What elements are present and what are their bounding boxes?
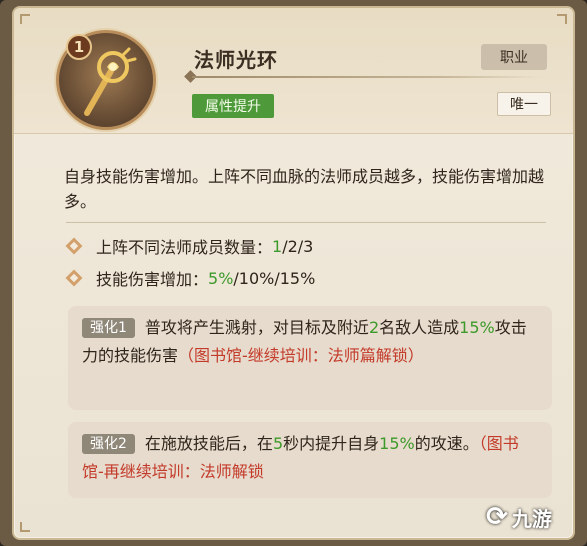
enhancement-number: 15%	[459, 318, 495, 337]
skill-description: 自身技能伤害增加。上阵不同血脉的法师成员越多，技能伤害增加越多。	[64, 167, 545, 211]
corner-ornament	[20, 14, 30, 24]
skill-header: 1 法师光环 属性提升 职业 唯一	[14, 8, 573, 134]
enhancement-panel: 强化1 普攻将产生溅射，对目标及附近2名敌人造成15%攻击力的技能伤害（图书馆-继…	[68, 306, 552, 410]
stat-row: 技能伤害增加： 5% /10%/15%	[66, 266, 315, 290]
stat-value-rest: /10%/15%	[233, 268, 316, 288]
category-tag: 职业	[481, 44, 547, 70]
stat-label: 上阵不同法师成员数量：	[96, 238, 273, 257]
corner-ornament	[20, 522, 30, 532]
enhancement-text: 在施放技能后，在	[144, 434, 273, 453]
watermark-logo: ⟳ 九游	[459, 494, 579, 540]
enhancement-unlock-hint: （图书馆-继续培训：法师篇解锁）	[178, 346, 424, 365]
enhancement-number: 5	[272, 434, 284, 453]
enhancement-text: 普攻将产生溅射，对目标及附近	[144, 318, 369, 337]
enhancement-number: 15%	[379, 434, 415, 453]
skill-type-tag: 属性提升	[192, 94, 274, 118]
stat-row: 上阵不同法师成员数量： 1 /2/3	[66, 234, 313, 258]
skill-title: 法师光环	[194, 48, 278, 72]
diamond-bullet-icon	[66, 238, 82, 254]
enhancement-text: 的攻速。	[414, 434, 479, 453]
enhancement-number: 2	[368, 318, 380, 337]
enhancement-text: 秒内提升自身	[283, 434, 380, 453]
stat-label: 技能伤害增加：	[96, 270, 209, 289]
tooltip-frame: 1 法师光环 属性提升 职业 唯一 自身技能伤害增加。上阵不同血脉的法师成员越多…	[0, 0, 587, 546]
diamond-bullet-icon	[66, 270, 82, 286]
stat-value-rest: /2/3	[282, 236, 314, 256]
enhancement-tag: 强化2	[82, 434, 135, 454]
rarity-tag: 唯一	[497, 92, 551, 116]
skill-number-badge: 1	[66, 34, 92, 60]
enhancement-text: 名敌人造成	[379, 318, 460, 337]
stat-value-current: 1	[272, 236, 283, 256]
title-divider	[192, 76, 542, 78]
corner-ornament	[557, 14, 567, 24]
stat-value-current: 5%	[208, 268, 234, 288]
description-divider	[66, 222, 546, 223]
watermark-text: 九游	[511, 506, 552, 531]
enhancement-tag: 强化1	[82, 318, 135, 338]
watermark-icon: ⟳	[486, 502, 508, 532]
skill-card: 1 法师光环 属性提升 职业 唯一 自身技能伤害增加。上阵不同血脉的法师成员越多…	[12, 6, 575, 540]
enhancement-panel: 强化2 在施放技能后，在5秒内提升自身15%的攻速。（图书馆-再继续培训：法师解锁	[68, 422, 552, 498]
